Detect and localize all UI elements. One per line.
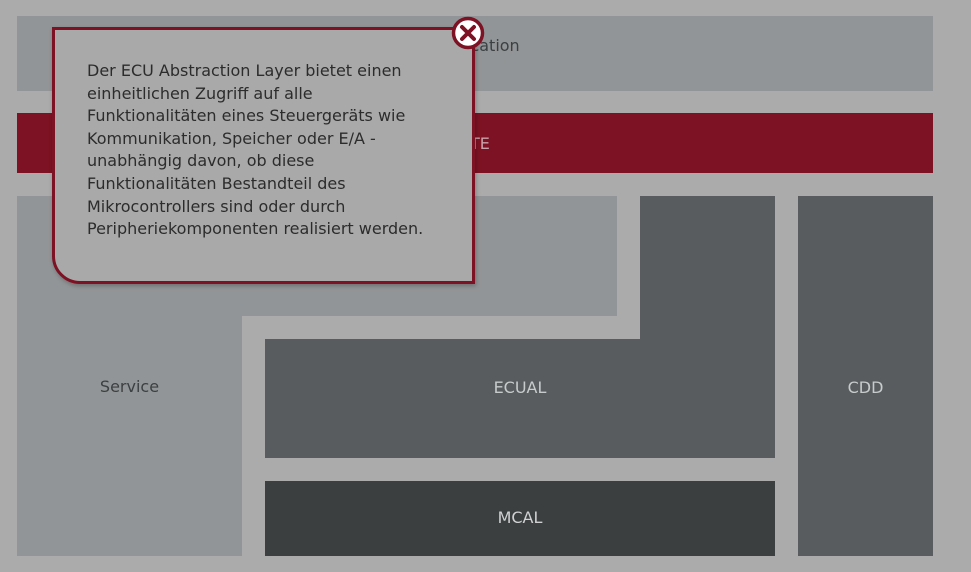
ecual-layer-top-block[interactable] bbox=[640, 196, 775, 342]
popup-description: Der ECU Abstraction Layer bietet einen e… bbox=[87, 61, 424, 239]
service-layer-label: Service bbox=[99, 377, 160, 396]
ecual-layer-label: ECUAL bbox=[493, 378, 547, 397]
info-popup: Der ECU Abstraction Layer bietet einen e… bbox=[52, 27, 475, 284]
service-layer-block[interactable]: Service bbox=[17, 316, 242, 556]
mcal-layer-label: MCAL bbox=[497, 508, 543, 527]
mcal-layer-block[interactable]: MCAL bbox=[265, 481, 775, 556]
cdd-layer-block[interactable]: CDD bbox=[798, 196, 933, 556]
close-icon[interactable] bbox=[451, 16, 485, 50]
ecual-layer-block[interactable]: ECUAL bbox=[265, 339, 775, 458]
cdd-layer-label: CDD bbox=[847, 378, 884, 397]
